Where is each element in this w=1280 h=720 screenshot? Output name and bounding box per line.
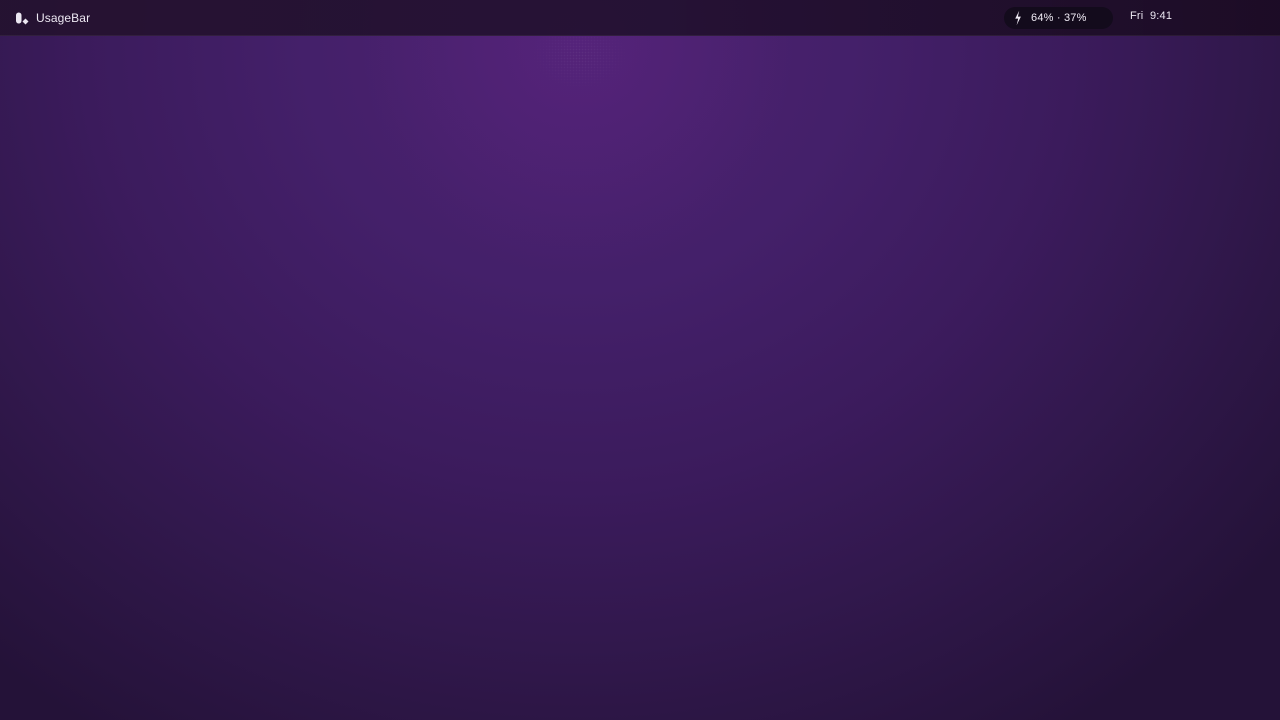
menu-bar-clock[interactable]: Fri 9:41 xyxy=(1130,10,1172,22)
app-menu-usagebar[interactable]: UsageBar xyxy=(15,9,90,27)
menu-bar: UsageBar 64% · 37% Fri 9:41 xyxy=(0,0,1280,36)
lightning-bolt-icon xyxy=(1012,10,1024,26)
usage-percentages: 64% · 37% xyxy=(1031,12,1087,24)
usage-status-item[interactable]: 64% · 37% xyxy=(1004,7,1113,29)
desktop-wallpaper xyxy=(0,0,1280,720)
usagebar-app-icon xyxy=(15,11,30,26)
app-name: UsageBar xyxy=(36,11,91,25)
wallpaper-texture xyxy=(530,36,630,106)
